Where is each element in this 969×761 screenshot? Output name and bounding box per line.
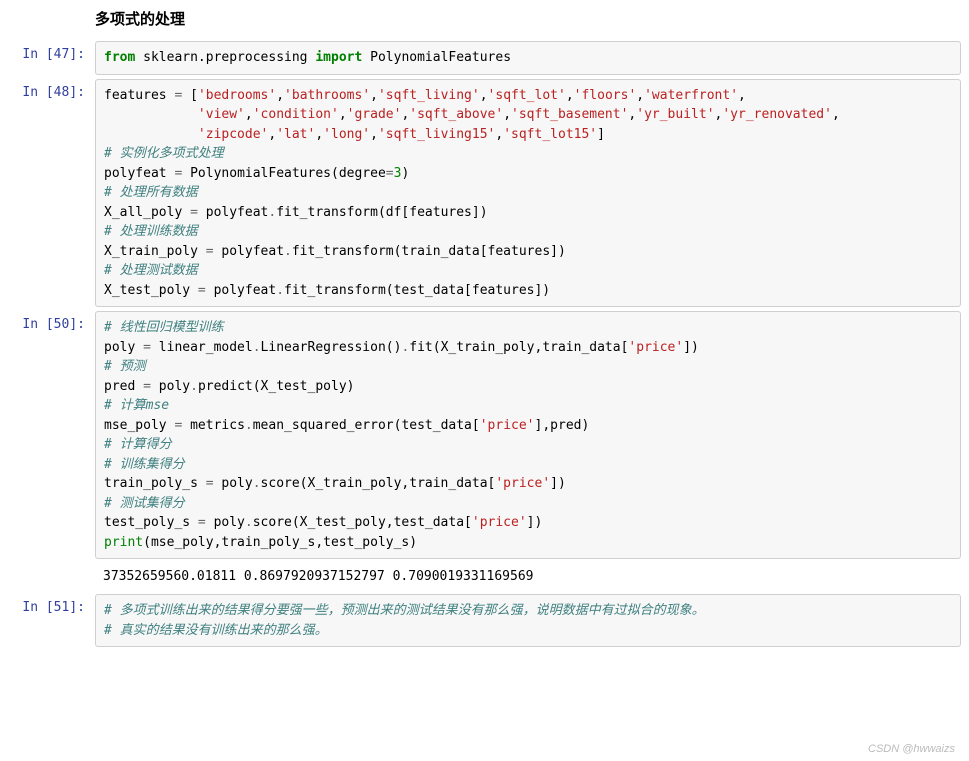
code-cell: In [50]:# 线性回归模型训练 poly = linear_model.L… [0,311,969,559]
input-prompt: In [47]: [0,41,95,75]
code-cell: In [48]:features = ['bedrooms','bathroom… [0,79,969,308]
code-input[interactable]: # 多项式训练出来的结果得分要强一些，预测出来的测试结果没有那么强，说明数据中有… [95,594,961,647]
input-prompt: In [51]: [0,594,95,647]
notebook: 多项式的处理 In [47]:from sklearn.preprocessin… [0,0,969,681]
code-input[interactable]: from sklearn.preprocessing import Polyno… [95,41,961,75]
input-prompt: In [50]: [0,311,95,559]
output-cell: 37352659560.01811 0.8697920937152797 0.7… [0,563,969,590]
output-prompt [0,563,95,590]
section-heading: 多项式的处理 [95,0,969,37]
cell-body: # 线性回归模型训练 poly = linear_model.LinearReg… [95,311,969,559]
code-input[interactable]: features = ['bedrooms','bathrooms','sqft… [95,79,961,308]
input-prompt: In [48]: [0,79,95,308]
stdout-output: 37352659560.01811 0.8697920937152797 0.7… [95,563,961,590]
code-input[interactable]: # 线性回归模型训练 poly = linear_model.LinearReg… [95,311,961,559]
watermark: CSDN @hwwaizs [868,743,955,755]
cell-body: from sklearn.preprocessing import Polyno… [95,41,969,75]
cell-body: # 多项式训练出来的结果得分要强一些，预测出来的测试结果没有那么强，说明数据中有… [95,594,969,647]
cell-body: features = ['bedrooms','bathrooms','sqft… [95,79,969,308]
code-cell: In [51]:# 多项式训练出来的结果得分要强一些，预测出来的测试结果没有那么… [0,594,969,647]
code-cell: In [47]:from sklearn.preprocessing impor… [0,41,969,75]
